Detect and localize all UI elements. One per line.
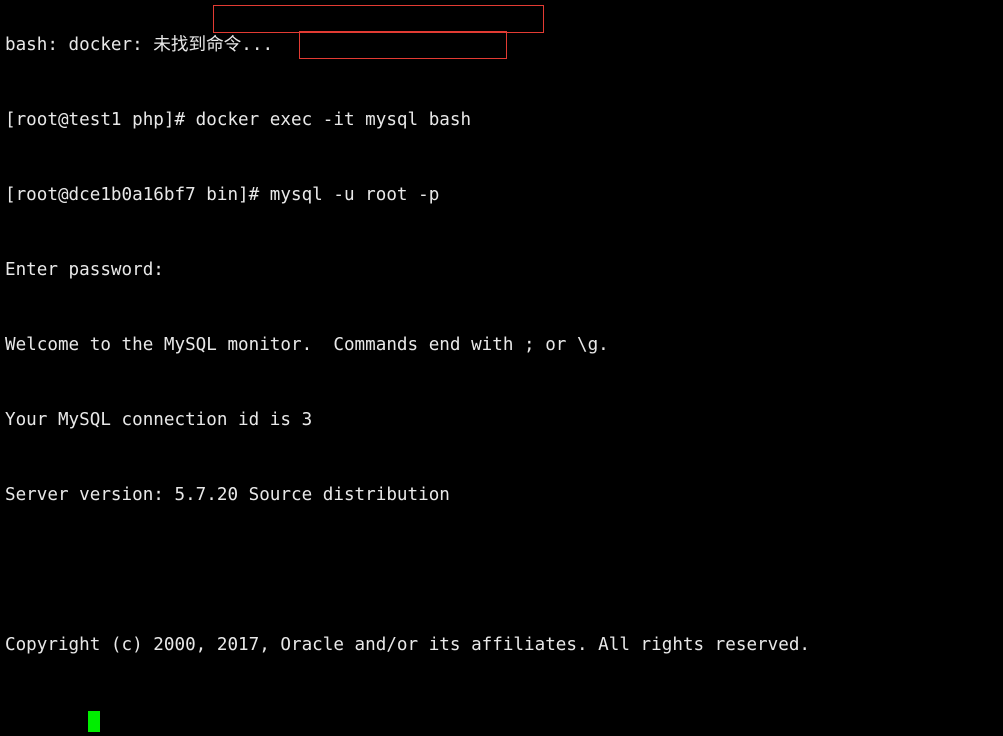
terminal-line-3: Enter password: <box>5 260 164 280</box>
terminal-line-1: [root@test1 php]# docker exec -it mysql … <box>5 110 472 130</box>
terminal-line-7 <box>5 558 1003 583</box>
terminal-line-4: Welcome to the MySQL monitor. Commands e… <box>5 335 609 355</box>
terminal-line-6: Server version: 5.7.20 Source distributi… <box>5 485 450 505</box>
terminal-output: bash: docker: 未找到命令... [root@test1 php]#… <box>5 0 1003 736</box>
terminal-line-0: bash: docker: 未找到命令... <box>5 35 274 55</box>
terminal-line-5: Your MySQL connection id is 3 <box>5 410 313 430</box>
terminal-cursor <box>88 711 100 732</box>
terminal-window[interactable]: bash: docker: 未找到命令... [root@test1 php]#… <box>0 0 1003 736</box>
terminal-line-8: Copyright (c) 2000, 2017, Oracle and/or … <box>5 635 811 655</box>
terminal-line-2: [root@dce1b0a16bf7 bin]# mysql -u root -… <box>5 185 440 205</box>
terminal-line-9 <box>5 708 1003 733</box>
